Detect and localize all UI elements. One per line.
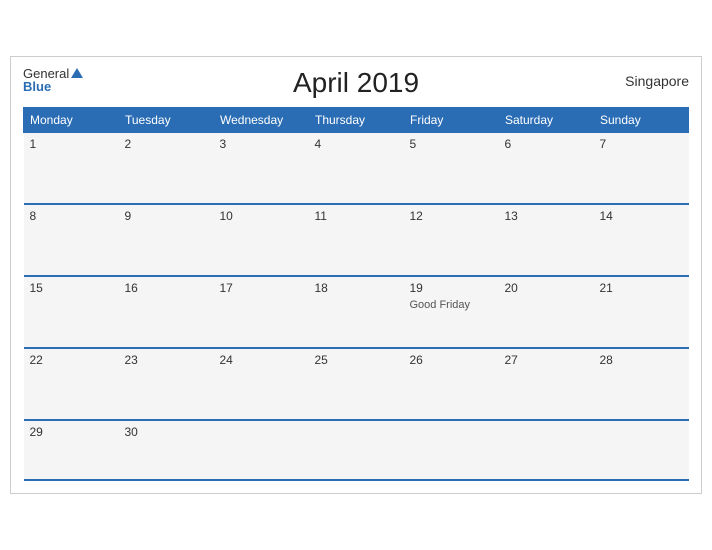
table-row: 16: [119, 276, 214, 348]
day-number: 23: [125, 353, 208, 367]
header-sunday: Sunday: [594, 107, 689, 132]
day-number: 11: [315, 209, 398, 223]
logo-blue-text: Blue: [23, 80, 83, 93]
table-row: 8: [24, 204, 119, 276]
table-row: 30: [119, 420, 214, 480]
calendar-header: General Blue April 2019 Singapore: [23, 67, 689, 99]
day-number: 10: [220, 209, 303, 223]
table-row: 22: [24, 348, 119, 420]
calendar-week-row: 22 23 24 25 26 27 28: [24, 348, 689, 420]
table-row: 4: [309, 132, 404, 204]
table-row: 26: [404, 348, 499, 420]
table-row: 18: [309, 276, 404, 348]
table-row: 10: [214, 204, 309, 276]
header-tuesday: Tuesday: [119, 107, 214, 132]
day-number: 28: [600, 353, 683, 367]
table-row: 9: [119, 204, 214, 276]
table-row: [214, 420, 309, 480]
table-row: 17: [214, 276, 309, 348]
logo-general-text: General: [23, 67, 69, 80]
header-friday: Friday: [404, 107, 499, 132]
day-number: 8: [30, 209, 113, 223]
table-row: 20: [499, 276, 594, 348]
day-number: 3: [220, 137, 303, 151]
day-number: 29: [30, 425, 113, 439]
table-row: 25: [309, 348, 404, 420]
logo: General Blue: [23, 67, 83, 93]
calendar-week-row: 15 16 17 18 19 Good Friday 20 21: [24, 276, 689, 348]
table-row: [309, 420, 404, 480]
table-row: 27: [499, 348, 594, 420]
day-number: 17: [220, 281, 303, 295]
day-number: 5: [410, 137, 493, 151]
day-number: 7: [600, 137, 683, 151]
header-saturday: Saturday: [499, 107, 594, 132]
table-row: [404, 420, 499, 480]
month-title: April 2019: [293, 67, 419, 99]
table-row: 7: [594, 132, 689, 204]
calendar-container: General Blue April 2019 Singapore Monday…: [10, 56, 702, 495]
calendar-table: Monday Tuesday Wednesday Thursday Friday…: [23, 107, 689, 482]
table-row: 23: [119, 348, 214, 420]
header-monday: Monday: [24, 107, 119, 132]
header-wednesday: Wednesday: [214, 107, 309, 132]
calendar-week-row: 1234567: [24, 132, 689, 204]
day-number: 21: [600, 281, 683, 295]
table-row: 3: [214, 132, 309, 204]
day-number: 2: [125, 137, 208, 151]
table-row: 24: [214, 348, 309, 420]
table-row: 15: [24, 276, 119, 348]
day-number: 27: [505, 353, 588, 367]
table-row: 6: [499, 132, 594, 204]
day-number: 26: [410, 353, 493, 367]
day-number: 20: [505, 281, 588, 295]
day-number: 9: [125, 209, 208, 223]
day-number: 25: [315, 353, 398, 367]
day-number: 4: [315, 137, 398, 151]
day-number: 12: [410, 209, 493, 223]
table-row: 1: [24, 132, 119, 204]
day-number: 19: [410, 281, 493, 295]
table-row: 14: [594, 204, 689, 276]
holiday-label: Good Friday: [410, 299, 471, 311]
day-number: 15: [30, 281, 113, 295]
weekday-header-row: Monday Tuesday Wednesday Thursday Friday…: [24, 107, 689, 132]
table-row: 28: [594, 348, 689, 420]
country-label: Singapore: [625, 73, 689, 89]
table-row: 19 Good Friday: [404, 276, 499, 348]
table-row: 12: [404, 204, 499, 276]
header-thursday: Thursday: [309, 107, 404, 132]
table-row: 13: [499, 204, 594, 276]
calendar-week-row: 89 10 11 12 13 14: [24, 204, 689, 276]
day-number: 24: [220, 353, 303, 367]
day-number: 1: [30, 137, 113, 151]
day-number: 14: [600, 209, 683, 223]
table-row: [499, 420, 594, 480]
logo-triangle-icon: [71, 68, 83, 78]
day-number: 22: [30, 353, 113, 367]
day-number: 30: [125, 425, 208, 439]
day-number: 6: [505, 137, 588, 151]
table-row: 21: [594, 276, 689, 348]
table-row: 29: [24, 420, 119, 480]
day-number: 13: [505, 209, 588, 223]
day-number: 16: [125, 281, 208, 295]
table-row: 2: [119, 132, 214, 204]
table-row: 11: [309, 204, 404, 276]
table-row: 5: [404, 132, 499, 204]
calendar-week-row: 29 30: [24, 420, 689, 480]
table-row: [594, 420, 689, 480]
day-number: 18: [315, 281, 398, 295]
